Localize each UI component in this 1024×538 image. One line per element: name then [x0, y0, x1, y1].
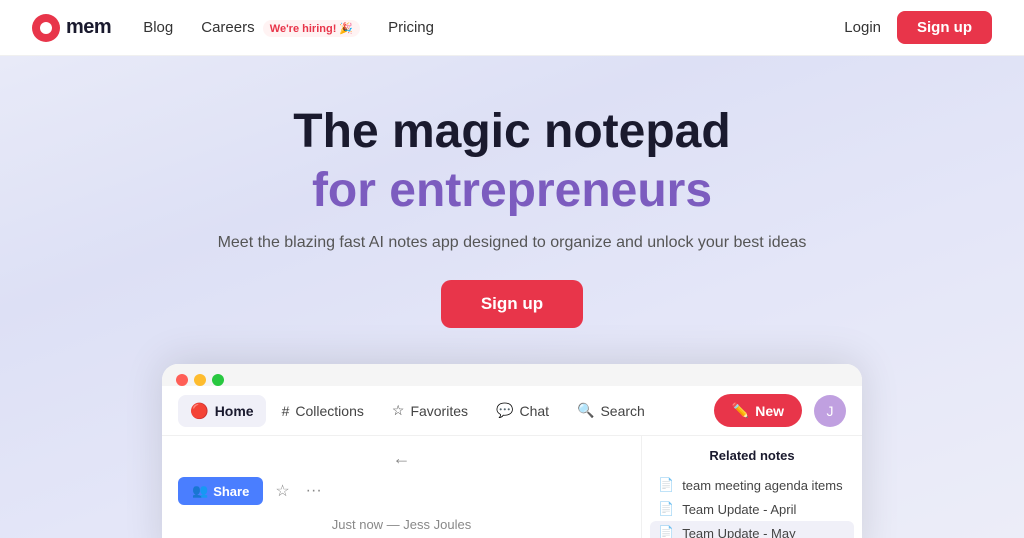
- dot-yellow: [194, 374, 206, 386]
- signup-hero-button[interactable]: Sign up: [441, 280, 583, 328]
- avatar: J: [814, 395, 846, 427]
- app-nav-collections[interactable]: # Collections: [270, 396, 376, 426]
- app-toolbar: 👥 Share ☆ ···: [178, 477, 625, 505]
- logo-icon: [32, 14, 60, 42]
- hero-section: The magic notepad for entrepreneurs Meet…: [0, 56, 1024, 538]
- app-nav: 🔴 Home # Collections ☆ Favorites 💬 Chat …: [162, 386, 862, 436]
- nav-careers[interactable]: Careers We're hiring! 🎉: [201, 19, 360, 37]
- chat-icon: 💬: [496, 402, 513, 419]
- new-button[interactable]: ✏️ New: [714, 394, 802, 427]
- logo-text: mem: [66, 16, 111, 39]
- nav-links: Blog Careers We're hiring! 🎉 Pricing: [143, 19, 844, 37]
- note-meta: Just now — Jess Joules: [178, 517, 625, 532]
- app-content: ← 👥 Share ☆ ··· Just now — Jess Joules +…: [162, 436, 862, 538]
- app-nav-favorites[interactable]: ☆ Favorites: [380, 395, 480, 426]
- search-icon: 🔍: [577, 402, 594, 419]
- nav-pricing[interactable]: Pricing: [388, 19, 434, 36]
- logo[interactable]: mem: [32, 14, 111, 42]
- file-icon-3: 📄: [658, 525, 674, 538]
- app-nav-home[interactable]: 🔴 Home: [178, 395, 266, 427]
- collections-icon: #: [282, 403, 290, 419]
- app-main: ← 👥 Share ☆ ··· Just now — Jess Joules +…: [162, 436, 642, 538]
- share-icon: 👥: [192, 483, 208, 499]
- nav-blog[interactable]: Blog: [143, 19, 173, 36]
- related-note-2[interactable]: 📄 Team Update - April: [658, 497, 846, 521]
- file-icon-2: 📄: [658, 501, 674, 517]
- related-note-3[interactable]: 📄 Team Update - May: [650, 521, 854, 538]
- dot-green: [212, 374, 224, 386]
- app-nav-search[interactable]: 🔍 Search: [565, 395, 657, 426]
- favorites-icon: ☆: [392, 402, 405, 419]
- window-chrome: [162, 364, 862, 386]
- more-button[interactable]: ···: [302, 478, 326, 504]
- file-icon-1: 📄: [658, 477, 674, 493]
- hero-title-line1: The magic notepad: [32, 104, 992, 159]
- navbar: mem Blog Careers We're hiring! 🎉 Pricing…: [0, 0, 1024, 56]
- star-button[interactable]: ☆: [271, 477, 293, 505]
- hero-colored-word: entrepreneurs: [389, 164, 712, 217]
- app-nav-chat[interactable]: 💬 Chat: [484, 395, 561, 426]
- back-button[interactable]: ←: [178, 448, 625, 469]
- dot-red: [176, 374, 188, 386]
- home-icon: 🔴: [190, 402, 209, 420]
- login-button[interactable]: Login: [844, 19, 881, 36]
- hero-title-line2: for entrepreneurs: [32, 163, 992, 218]
- hero-description: Meet the blazing fast AI notes app desig…: [32, 234, 992, 252]
- related-note-1[interactable]: 📄 team meeting agenda items: [658, 473, 846, 497]
- related-notes-panel: Related notes 📄 team meeting agenda item…: [642, 436, 862, 538]
- share-button[interactable]: 👥 Share: [178, 477, 263, 505]
- signup-nav-button[interactable]: Sign up: [897, 11, 992, 44]
- edit-icon: ✏️: [732, 402, 749, 419]
- related-notes-title: Related notes: [658, 448, 846, 463]
- hiring-badge: We're hiring! 🎉: [263, 20, 360, 37]
- nav-actions: Login Sign up: [844, 11, 992, 44]
- app-preview: 🔴 Home # Collections ☆ Favorites 💬 Chat …: [162, 364, 862, 538]
